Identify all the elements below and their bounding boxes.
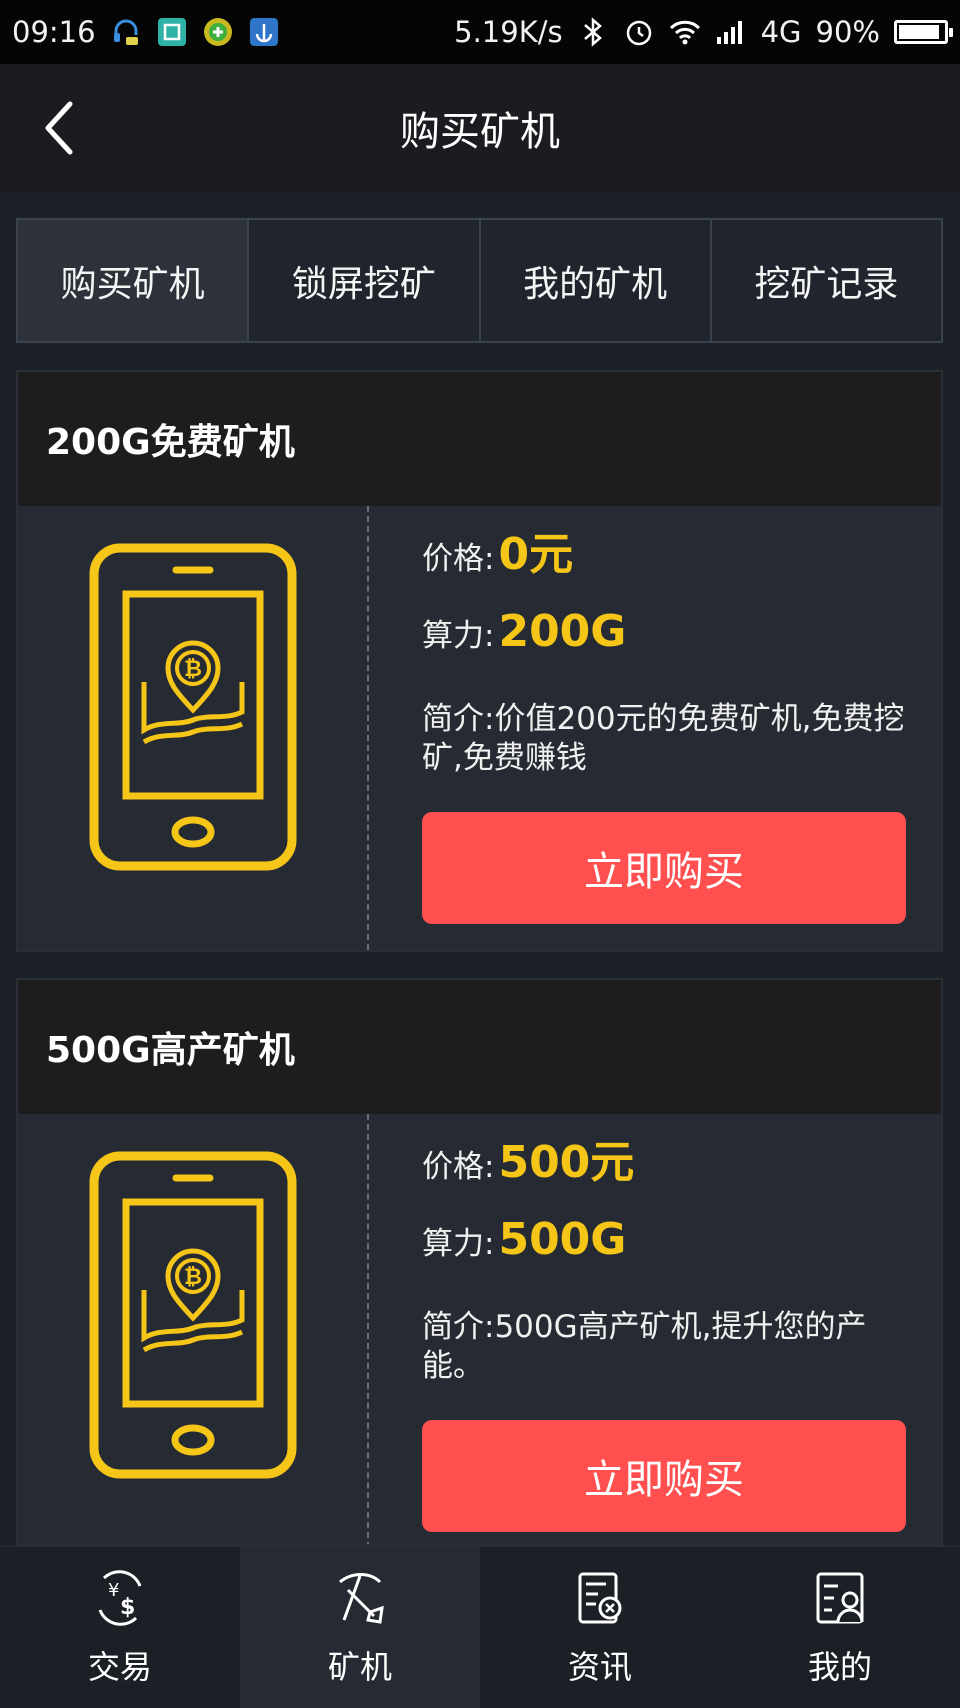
power-label: 算力: (422, 1226, 495, 1262)
dashed-divider (367, 1114, 369, 1544)
wifi-icon (669, 16, 701, 48)
profile-card-icon (816, 1572, 864, 1623)
network-type: 4G (760, 15, 802, 49)
network-speed: 5.19K/s (454, 15, 563, 49)
pickaxe-shovel-icon (339, 1572, 384, 1624)
svg-text:₿: ₿ (184, 1265, 202, 1290)
buy-now-button[interactable]: 立即购买 (422, 1420, 906, 1532)
nav-trade[interactable]: ¥ $ 交易 (0, 1547, 240, 1708)
dashed-divider (367, 506, 369, 950)
battery-percent: 90% (815, 15, 880, 49)
tab-bar: 购买矿机 锁屏挖矿 我的矿机 挖矿记录 (16, 218, 943, 343)
product-card: 500G高产矿机 ₿ 价格: 500元 算力: 500G 简介:500G高产矿机… (16, 978, 943, 1546)
svg-text:¥: ¥ (108, 1580, 119, 1601)
bluetooth-icon (577, 16, 609, 48)
nav-label: 我的 (807, 1647, 872, 1686)
bitcoin-phone-icon: ₿ (89, 543, 297, 871)
product-description: 简介:价值200元的免费矿机,免费挖矿,免费赚钱 (422, 701, 905, 776)
nav-profile[interactable]: 我的 (720, 1547, 960, 1708)
bottom-nav: ¥ $ 交易 矿机 资讯 我的 (0, 1546, 960, 1708)
price-value: 500元 (498, 1137, 635, 1188)
status-bar: 09:16 5.19K/s 4G 90% (0, 0, 960, 64)
power-label: 算力: (422, 618, 495, 654)
product-title: 500G高产矿机 (18, 980, 941, 1114)
nav-miner[interactable]: 矿机 (240, 1547, 480, 1708)
nav-label: 交易 (87, 1647, 152, 1686)
alarm-icon (623, 16, 655, 48)
buy-now-button[interactable]: 立即购买 (422, 812, 906, 924)
battery-icon (894, 20, 953, 44)
price-label: 价格: (422, 541, 495, 577)
product-card: 200G免费矿机 ₿ 价格: 0元 算力: 200G 简介:价值200元的免费矿… (16, 370, 943, 952)
power-value: 200G (498, 606, 627, 657)
anchor-app-icon (248, 16, 280, 48)
scan-icon (156, 16, 188, 48)
headset-icon (110, 16, 142, 48)
svg-text:₿: ₿ (184, 657, 202, 682)
nav-label: 资讯 (567, 1647, 632, 1686)
status-time: 09:16 (12, 15, 96, 49)
price-value: 0元 (498, 529, 574, 580)
exchange-currency-icon: ¥ $ (98, 1569, 142, 1626)
tab-my-miners[interactable]: 我的矿机 (481, 220, 712, 341)
product-title: 200G免费矿机 (18, 372, 941, 506)
price-label: 价格: (422, 1149, 495, 1185)
product-description: 简介:500G高产矿机,提升您的产能。 (422, 1309, 867, 1384)
plus-coin-icon (202, 16, 234, 48)
tab-buy-miner[interactable]: 购买矿机 (18, 220, 250, 341)
tab-lockscreen-mining[interactable]: 锁屏挖矿 (249, 220, 481, 341)
signal-icon (715, 16, 747, 48)
power-value: 500G (498, 1214, 627, 1265)
tab-mining-records[interactable]: 挖矿记录 (712, 220, 941, 341)
nav-label: 矿机 (327, 1647, 392, 1686)
svg-text:$: $ (120, 1595, 135, 1620)
page-title: 购买矿机 (400, 109, 560, 155)
back-chevron-icon[interactable] (38, 100, 86, 156)
nav-news[interactable]: 资讯 (480, 1547, 720, 1708)
app-header: 购买矿机 (0, 64, 960, 192)
news-doc-icon (578, 1572, 622, 1623)
bitcoin-phone-icon: ₿ (89, 1151, 297, 1479)
